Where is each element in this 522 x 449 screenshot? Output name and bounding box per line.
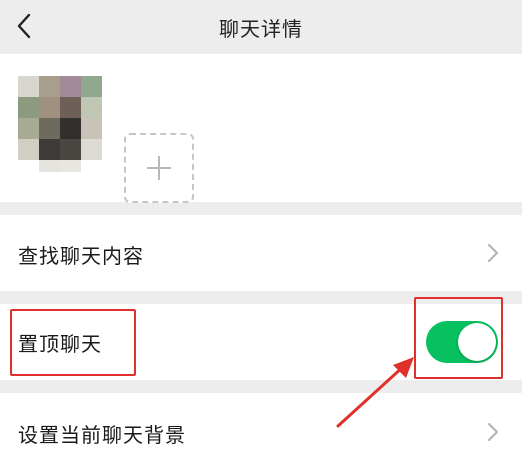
set-chat-background-row[interactable]: 设置当前聊天背景 [0,393,522,449]
page-title: 聊天详情 [219,16,303,41]
avatar[interactable] [18,76,102,226]
plus-icon [147,156,171,180]
add-member-button[interactable] [124,133,194,203]
search-chat-content-row[interactable]: 查找聊天内容 [0,215,522,291]
chevron-right-icon [488,244,498,262]
members-section [0,54,522,203]
chat-details-screen: 聊天详情 查找聊天内容 置顶聊天 设置当前聊天背景 [0,0,522,449]
pin-chat-toggle[interactable] [426,321,498,363]
set-chat-background-label: 设置当前聊天背景 [18,423,186,447]
navigation-bar: 聊天详情 [0,0,522,54]
search-chat-content-label: 查找聊天内容 [18,244,144,268]
chevron-right-icon [488,423,498,441]
chevron-left-icon[interactable] [8,9,42,43]
pin-chat-label: 置顶聊天 [18,332,102,356]
toggle-knob[interactable] [458,323,496,361]
